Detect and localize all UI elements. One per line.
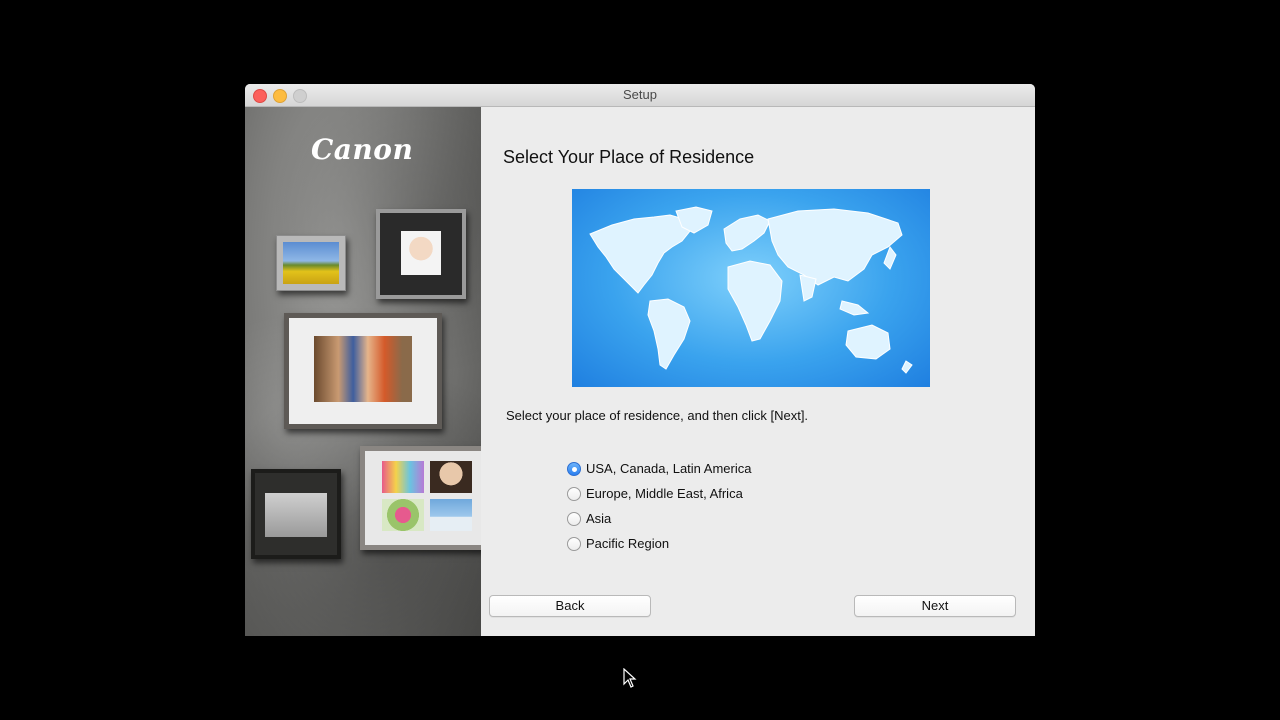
radio-option-usa[interactable]: USA, Canada, Latin America: [567, 456, 751, 481]
radio-label: Pacific Region: [586, 536, 670, 551]
collage-photo-3: [382, 499, 424, 531]
vintage-group-photo: [265, 493, 327, 537]
radio-option-europe[interactable]: Europe, Middle East, Africa: [567, 481, 751, 506]
photo-frame-landscape: [276, 235, 346, 291]
radio-option-pacific[interactable]: Pacific Region: [567, 531, 751, 556]
baby-photo: [401, 231, 441, 275]
photo-frame-family: [284, 313, 442, 429]
main-content: Select Your Place of Residence Select yo…: [481, 107, 1035, 636]
instruction-text: Select your place of residence, and then…: [506, 408, 809, 423]
collage-photo-1: [382, 461, 424, 493]
sunflower-photo: [283, 242, 339, 284]
radio-button[interactable]: [567, 486, 581, 501]
setup-window: Setup Canon Select Your Place of Residen…: [245, 84, 1035, 636]
collage-photo-2: [430, 461, 472, 493]
window-title: Setup: [623, 87, 657, 102]
radio-option-asia[interactable]: Asia: [567, 506, 751, 531]
collage-photo-4: [430, 499, 472, 531]
photo-frame-vintage: [251, 469, 341, 559]
radio-button[interactable]: [567, 536, 581, 551]
canon-logo: Canon: [311, 133, 414, 166]
page-title: Select Your Place of Residence: [503, 147, 755, 167]
family-photo: [314, 336, 412, 402]
photo-frame-collage: [360, 446, 481, 550]
radio-label: Asia: [586, 511, 612, 526]
world-map-image: [572, 189, 930, 387]
radio-button[interactable]: [567, 461, 581, 476]
radio-label: Europe, Middle East, Africa: [586, 486, 743, 501]
region-radio-group: USA, Canada, Latin America Europe, Middl…: [567, 456, 751, 556]
decorative-side-panel: Canon: [245, 107, 481, 636]
next-button[interactable]: Next: [854, 595, 1016, 617]
back-button[interactable]: Back: [489, 595, 651, 617]
radio-label: USA, Canada, Latin America: [586, 461, 752, 476]
title-bar: Setup: [245, 84, 1035, 107]
photo-frame-baby: [376, 209, 466, 299]
radio-button[interactable]: [567, 511, 581, 526]
world-map-icon: [589, 206, 913, 374]
mouse-cursor-icon: [623, 668, 637, 688]
